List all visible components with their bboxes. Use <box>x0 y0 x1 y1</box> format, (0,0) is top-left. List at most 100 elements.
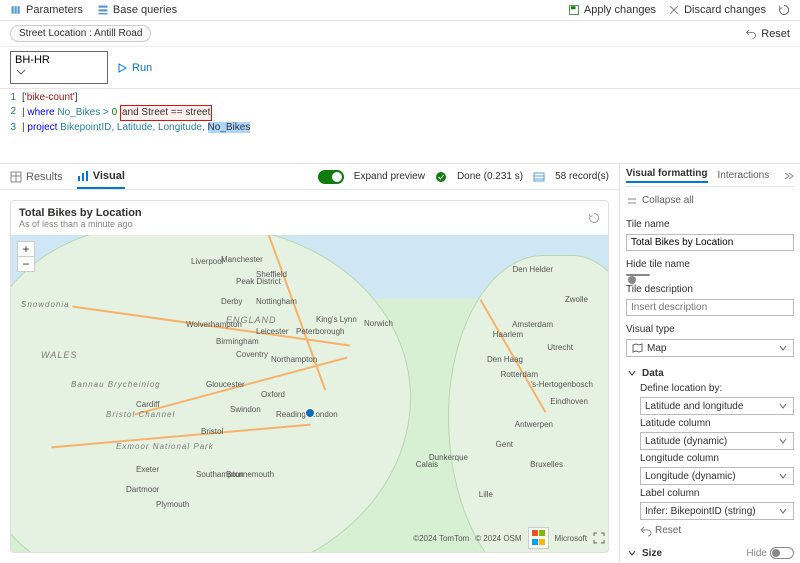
city-label: Gloucester <box>206 380 245 389</box>
tab-visual-formatting[interactable]: Visual formatting <box>626 168 708 183</box>
city-label: Peak District <box>236 277 281 286</box>
city-label: Northampton <box>271 355 317 364</box>
hide-tile-toggle[interactable] <box>626 274 650 276</box>
visual-type-label: Visual type <box>626 324 794 335</box>
collapse-icon <box>626 195 638 207</box>
close-icon <box>668 4 680 16</box>
apply-changes-button[interactable]: Apply changes <box>568 4 656 16</box>
longitude-col-select[interactable]: Longitude (dynamic) <box>640 467 794 485</box>
hide-size-toggle[interactable] <box>770 547 794 559</box>
line-number: 1 <box>0 91 22 105</box>
tile-name-input[interactable] <box>626 234 794 251</box>
city-label: Oxford <box>261 390 285 399</box>
tile-desc-input[interactable] <box>626 299 794 316</box>
chevron-down-icon <box>777 435 789 447</box>
play-icon <box>116 62 128 74</box>
collapse-all-label: Collapse all <box>642 195 694 207</box>
city-label: Dartmoor <box>126 485 159 494</box>
reset-data-label: Reset <box>655 525 681 537</box>
latitude-col-label: Latitude column <box>640 418 794 429</box>
parameters-label: Parameters <box>26 4 83 16</box>
zoom-out-button[interactable]: − <box>18 257 34 271</box>
tab-visual[interactable]: Visual <box>77 164 125 189</box>
attribution-tomtom: ©2024 TomTom <box>413 534 469 543</box>
chevron-down-icon <box>15 66 27 78</box>
chevron-right-icon[interactable] <box>782 170 794 182</box>
city-label: 's-Hertogenbosch <box>531 380 593 389</box>
city-label: London <box>311 410 338 419</box>
hide-size-label: Hide <box>746 548 767 559</box>
city-label: Zwolle <box>565 295 588 304</box>
tab-results-label: Results <box>26 171 63 183</box>
city-label: Liverpool <box>191 257 223 266</box>
microsoft-badge <box>528 527 549 549</box>
zoom-in-button[interactable]: + <box>18 242 34 257</box>
city-label: Bournemouth <box>226 470 274 479</box>
city-label: Rotterdam <box>501 370 538 379</box>
refresh-icon[interactable] <box>778 4 790 16</box>
table-icon <box>10 171 22 183</box>
run-label: Run <box>132 62 152 74</box>
visual-type-value: Map <box>647 343 777 354</box>
undo-icon <box>640 525 652 537</box>
tile-title: Total Bikes by Location <box>19 207 142 219</box>
region-label: WALES <box>41 350 77 360</box>
parameter-pill[interactable]: Street Location : Antill Road <box>10 25 151 42</box>
hide-tile-label: Hide tile name <box>626 259 794 270</box>
city-label: Cardiff <box>136 400 159 409</box>
zoom-control: + − <box>17 241 35 272</box>
microsoft-label: Microsoft <box>555 534 587 543</box>
parameters-icon <box>10 4 22 16</box>
city-label: Amsterdam <box>512 320 553 329</box>
discard-label: Discard changes <box>684 4 766 16</box>
line-number: 2 <box>0 105 22 121</box>
visual-type-select[interactable]: Map <box>626 339 794 357</box>
latitude-col-select[interactable]: Latitude (dynamic) <box>640 432 794 450</box>
base-queries-button[interactable]: Base queries <box>97 4 177 16</box>
city-label: Antwerpen <box>515 420 553 429</box>
collapse-all-button[interactable]: Collapse all <box>626 195 794 207</box>
city-label: Birmingham <box>216 337 259 346</box>
define-location-select[interactable]: Latitude and longitude <box>640 397 794 415</box>
reset-data-button[interactable]: Reset <box>640 525 794 537</box>
data-section[interactable]: Data <box>626 367 794 379</box>
city-label: Leicester <box>256 327 288 336</box>
city-label: Lille <box>479 490 493 499</box>
tab-interactions[interactable]: Interactions <box>718 170 770 181</box>
reset-parameters-button[interactable]: Reset <box>745 25 790 42</box>
run-button[interactable]: Run <box>116 62 152 74</box>
tile-refresh-icon[interactable] <box>588 212 600 224</box>
datasource-input[interactable] <box>15 54 91 66</box>
expand-preview-toggle[interactable] <box>318 170 344 184</box>
tile-name-label: Tile name <box>626 219 794 230</box>
line-number: 3 <box>0 121 22 135</box>
records-icon <box>533 171 545 183</box>
city-label: Nottingham <box>256 297 297 306</box>
query-editor[interactable]: 1['bike-count'] 2| where No_Bikes > 0 an… <box>0 88 800 164</box>
chevron-down-icon <box>626 547 638 559</box>
region-label: Bristol Channel <box>106 410 175 419</box>
city-label: Utrecht <box>547 343 573 352</box>
apply-label: Apply changes <box>584 4 656 16</box>
city-label: Derby <box>221 297 242 306</box>
chevron-down-icon <box>626 367 638 379</box>
records-status: 58 record(s) <box>555 171 609 182</box>
attribution-osm: © 2024 OSM <box>475 534 521 543</box>
longitude-col-label: Longitude column <box>640 453 794 464</box>
tab-results[interactable]: Results <box>10 164 63 189</box>
fullscreen-icon[interactable] <box>593 532 605 544</box>
base-queries-label: Base queries <box>113 4 177 16</box>
reset-label: Reset <box>761 28 790 40</box>
discard-changes-button[interactable]: Discard changes <box>668 4 766 16</box>
map-canvas[interactable]: WALES ENGLAND Snowdonia Bannau Brycheini… <box>11 235 608 552</box>
parameters-button[interactable]: Parameters <box>10 4 83 16</box>
size-section[interactable]: Size Hide <box>626 547 794 559</box>
city-label: Reading <box>276 410 306 419</box>
pill-text: Street Location : Antill Road <box>19 28 142 39</box>
datasource-select[interactable] <box>10 51 108 84</box>
map-tile: Total Bikes by Location As of less than … <box>10 200 609 553</box>
label-col-select[interactable]: Infer: BikepointID (string) <box>640 502 794 520</box>
data-label: Data <box>642 368 664 379</box>
check-icon <box>435 171 447 183</box>
map-data-point[interactable] <box>305 408 315 418</box>
